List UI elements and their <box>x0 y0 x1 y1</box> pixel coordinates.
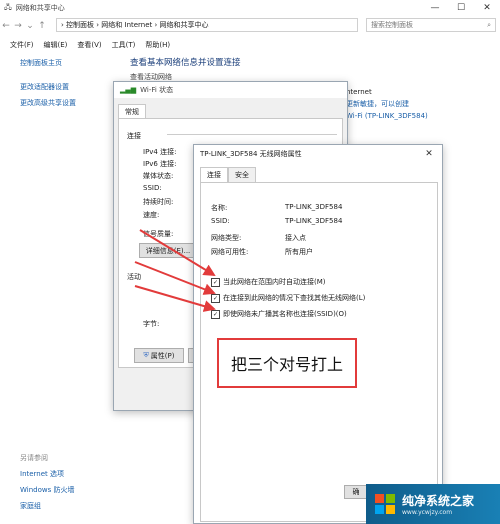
wireless-properties-dialog: TP-LINK_3DF584 无线网络属性 ✕ 连接 安全 名称: TP-LIN… <box>193 144 443 524</box>
name-label: 名称: <box>211 204 228 212</box>
sidebar: 控制面板主页 更改适配器设置 更改高级共享设置 <box>20 58 120 114</box>
look-for-other-networks-label: 在连接到此网络的情况下查找其他无线网络(L) <box>223 294 366 302</box>
auto-connect-label: 当此网络在范围内时自动连接(M) <box>223 278 326 286</box>
sidebar-item-adapter-settings[interactable]: 更改适配器设置 <box>20 82 120 92</box>
address-bar-row: ← → ⌄ ↑ › 控制面板 › 网络和 Internet › 网络和共享中心 … <box>0 16 500 36</box>
minimize-button[interactable]: — <box>422 3 448 13</box>
up-icon[interactable]: ↑ <box>36 21 48 31</box>
properties-button-label: 属性(P) <box>150 351 175 360</box>
search-icon: ⌕ <box>487 20 491 29</box>
look-for-other-networks-checkbox[interactable]: ✓ 在连接到此网络的情况下查找其他无线网络(L) <box>211 293 365 303</box>
windows-logo-icon <box>375 494 395 514</box>
signal-quality-label: 信号质量: <box>143 230 174 238</box>
close-button[interactable]: ✕ <box>474 3 500 13</box>
access-type-value: nternet <box>346 88 372 96</box>
activity-group-label: 活动 <box>127 273 141 281</box>
connect-hidden-ssid-checkbox[interactable]: ✓ 即使网络未广播其名称也连接(SSID)(O) <box>211 309 347 319</box>
properties-title: TP-LINK_3DF584 无线网络属性 <box>200 150 302 158</box>
setup-connection-text[interactable]: 更新敏捷，可以创建 <box>346 98 428 110</box>
duration-label: 持续时间: <box>143 198 174 206</box>
wifi-status-titlebar: ▂▄▆ Wi-Fi 状态 <box>114 82 347 98</box>
ok-button-partial[interactable]: 确 <box>344 485 368 499</box>
connect-hidden-ssid-label: 即使网络未广播其名称也连接(SSID)(O) <box>223 310 347 318</box>
annotation-box: 把三个对号打上 <box>217 338 357 388</box>
divider <box>167 134 337 135</box>
network-type-label: 网络类型: <box>211 234 242 242</box>
ssid-value: TP-LINK_3DF584 <box>285 217 343 225</box>
properties-button[interactable]: ⛨ 属性(P) <box>134 348 184 363</box>
menu-bar: 文件(F) 编辑(E) 查看(V) 工具(T) 帮助(H) <box>0 38 170 52</box>
internet-options-link[interactable]: Internet 选项 <box>20 469 74 479</box>
network-availability-label: 网络可用性: <box>211 248 249 256</box>
auto-connect-checkbox[interactable]: ✓ 当此网络在范围内时自动连接(M) <box>211 277 326 287</box>
connection-group-label: 连接 <box>127 132 141 140</box>
tab-security[interactable]: 安全 <box>228 167 256 182</box>
recent-dropdown-icon[interactable]: ⌄ <box>24 21 36 31</box>
tab-general[interactable]: 常规 <box>118 104 146 119</box>
properties-titlebar: TP-LINK_3DF584 无线网络属性 ✕ <box>194 145 442 163</box>
search-input[interactable]: 搜索控制面板 ⌕ <box>366 18 496 32</box>
menu-file[interactable]: 文件(F) <box>10 40 34 50</box>
back-icon[interactable]: ← <box>0 21 12 31</box>
wifi-signal-icon: ▂▄▆ <box>120 86 137 94</box>
address-bar[interactable]: › 控制面板 › 网络和 Internet › 网络和共享中心 <box>56 18 358 32</box>
tab-connection[interactable]: 连接 <box>200 167 228 182</box>
properties-tabs: 连接 安全 <box>200 167 256 182</box>
wifi-status-tabs: 常规 <box>118 104 146 119</box>
ssid-label-props: SSID: <box>211 217 230 225</box>
ipv6-label: IPv6 连接: <box>143 160 177 168</box>
forward-icon[interactable]: → <box>12 21 24 31</box>
ipv4-label: IPv4 连接: <box>143 148 177 156</box>
network-availability-value: 所有用户 <box>285 248 313 256</box>
page-title: 查看基本网络信息并设置连接 <box>130 58 241 68</box>
shield-icon: ⛨ <box>143 351 149 359</box>
site-watermark: 纯净系统之家 www.ycwjzy.com <box>366 484 500 524</box>
sidebar-home-link[interactable]: 控制面板主页 <box>20 58 120 68</box>
menu-help[interactable]: 帮助(H) <box>145 40 170 50</box>
watermark-title: 纯净系统之家 <box>402 494 475 508</box>
sidebar-item-advanced-sharing[interactable]: 更改高级共享设置 <box>20 98 120 108</box>
maximize-button[interactable]: ☐ <box>448 3 474 13</box>
windows-firewall-link[interactable]: Windows 防火墙 <box>20 485 74 495</box>
menu-tools[interactable]: 工具(T) <box>112 40 136 50</box>
main-titlebar: 🖧 网络和共享中心 — ☐ ✕ <box>0 0 500 16</box>
menu-edit[interactable]: 编辑(E) <box>44 40 68 50</box>
network-icon: 🖧 <box>4 2 12 11</box>
checkmark-icon: ✓ <box>211 293 220 303</box>
checkmark-icon: ✓ <box>211 309 220 319</box>
homegroup-link[interactable]: 家庭组 <box>20 501 74 511</box>
search-placeholder: 搜索控制面板 <box>371 21 413 29</box>
ssid-label: SSID: <box>143 184 162 192</box>
network-info-right: nternet 更新敏捷，可以创建 Wi-Fi (TP-LINK_3DF584) <box>346 86 428 122</box>
main-window-title: 网络和共享中心 <box>15 4 65 12</box>
wifi-status-title: Wi-Fi 状态 <box>140 86 174 94</box>
details-button[interactable]: 详细信息(E)... <box>139 243 197 258</box>
see-also-section: 另请参阅 Internet 选项 Windows 防火墙 家庭组 <box>20 453 74 517</box>
media-state-label: 媒体状态: <box>143 172 174 180</box>
wifi-connection-link[interactable]: Wi-Fi (TP-LINK_3DF584) <box>346 110 428 122</box>
checkmark-icon: ✓ <box>211 277 220 287</box>
bytes-label: 字节: <box>143 320 160 328</box>
speed-label: 速度: <box>143 211 160 219</box>
watermark-url: www.ycwjzy.com <box>402 509 453 516</box>
properties-close-button[interactable]: ✕ <box>416 149 442 159</box>
menu-view[interactable]: 查看(V) <box>77 40 101 50</box>
breadcrumb: › 控制面板 › 网络和 Internet › 网络和共享中心 <box>61 21 209 29</box>
network-type-value: 接入点 <box>285 234 306 242</box>
see-also-header: 另请参阅 <box>20 454 48 462</box>
name-value: TP-LINK_3DF584 <box>285 203 343 211</box>
